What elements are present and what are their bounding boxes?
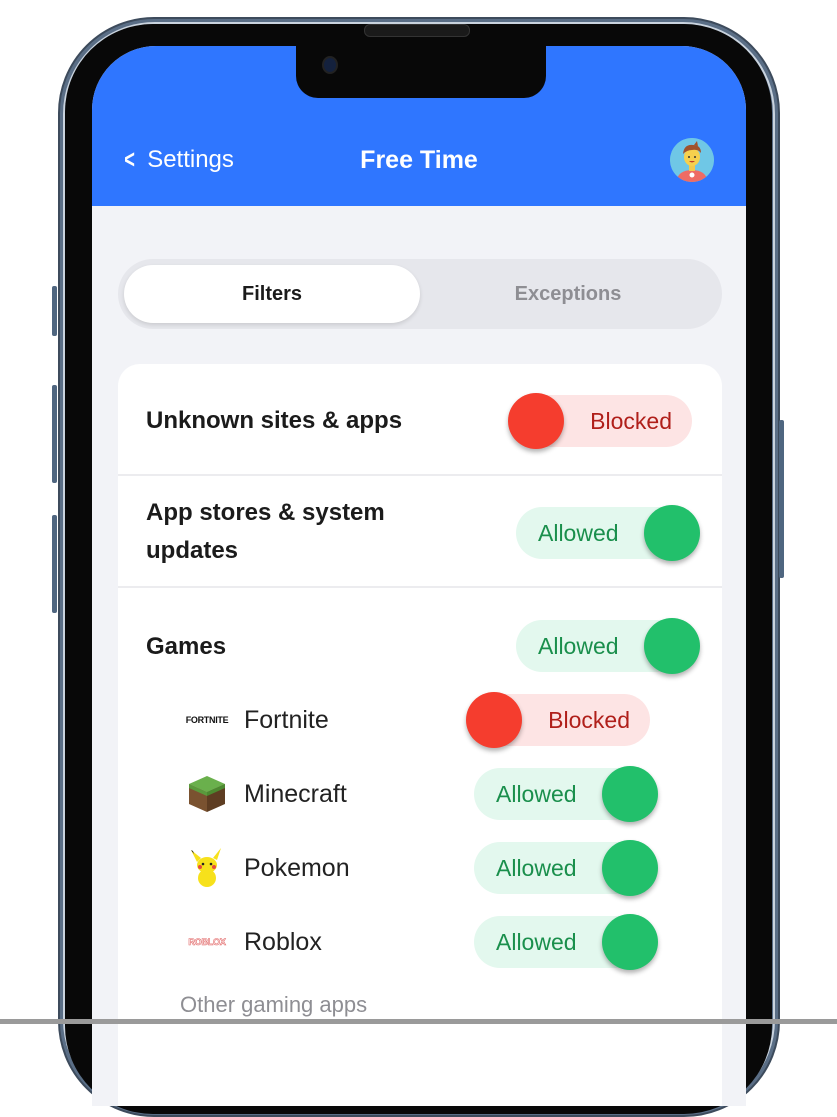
- front-camera: [322, 56, 338, 74]
- toggle-state-label: Blocked: [548, 707, 630, 733]
- screen: < Settings Free Time Filters Exceptions: [92, 46, 746, 1106]
- game-name: Roblox: [244, 928, 322, 956]
- roblox-toggle[interactable]: Allowed: [474, 914, 658, 970]
- avatar[interactable]: [670, 138, 714, 182]
- game-row-fortnite: FORTNITE Fortnite Blocked: [118, 692, 722, 748]
- filter-label: Unknown sites & apps: [146, 407, 403, 434]
- game-name: Pokemon: [244, 854, 350, 882]
- game-row-pokemon: Pokemon Allowed: [118, 840, 722, 896]
- volume-down-button: [52, 515, 57, 613]
- toggle-state-label: Allowed: [496, 781, 577, 807]
- filter-row-app-stores: App stores & system updates Allowed: [118, 476, 722, 586]
- game-name: Fortnite: [244, 706, 329, 734]
- bottom-edge: [0, 1019, 837, 1024]
- toggle-knob: [644, 505, 700, 561]
- filter-label: App stores & system: [146, 499, 385, 526]
- toggle-state-label: Blocked: [590, 408, 672, 434]
- roblox-icon: ROBLOX: [188, 937, 226, 948]
- page-title: Free Time: [360, 146, 478, 174]
- filter-row-unknown-sites: Unknown sites & apps Blocked: [118, 364, 722, 474]
- toggle-knob: [602, 914, 658, 970]
- toggle-knob: [466, 692, 522, 748]
- toggle-state-label: Allowed: [538, 520, 619, 546]
- volume-up-button: [52, 385, 57, 483]
- toggle-knob: [644, 618, 700, 674]
- minecraft-toggle[interactable]: Allowed: [474, 766, 658, 822]
- speaker-grille: [364, 24, 470, 37]
- filter-row-games: Games Allowed: [118, 588, 722, 698]
- silent-switch: [52, 286, 57, 336]
- other-gaming-apps-label: Other gaming apps: [180, 992, 368, 1017]
- toggle-knob: [602, 766, 658, 822]
- games-toggle[interactable]: Allowed: [516, 618, 700, 674]
- toggle-state-label: Allowed: [496, 929, 577, 955]
- game-name: Minecraft: [244, 780, 347, 808]
- unknown-sites-toggle[interactable]: Blocked: [508, 393, 692, 449]
- toggle-knob: [602, 840, 658, 896]
- child-avatar-icon: [670, 138, 714, 182]
- game-row-roblox: ROBLOX Roblox Allowed: [118, 914, 722, 970]
- filter-label: Games: [146, 633, 227, 660]
- fortnite-toggle[interactable]: Blocked: [466, 692, 650, 748]
- filters-card: Unknown sites & apps Blocked App stores …: [118, 364, 722, 1106]
- game-row-minecraft: Minecraft Allowed: [118, 766, 722, 822]
- tab-exceptions[interactable]: Exceptions: [420, 265, 716, 323]
- toggle-knob: [508, 393, 564, 449]
- toggle-state-label: Allowed: [538, 633, 619, 659]
- pokemon-toggle[interactable]: Allowed: [474, 840, 658, 896]
- tab-filters[interactable]: Filters: [124, 265, 420, 323]
- fortnite-icon: FORTNITE: [185, 715, 229, 725]
- toggle-state-label: Allowed: [496, 855, 577, 881]
- filter-label-line2: updates: [146, 537, 239, 564]
- app-stores-toggle[interactable]: Allowed: [516, 505, 700, 561]
- pikachu-icon: [186, 848, 228, 887]
- power-button: [779, 420, 784, 578]
- minecraft-icon: [186, 776, 228, 812]
- segmented-control: Filters Exceptions: [118, 259, 722, 329]
